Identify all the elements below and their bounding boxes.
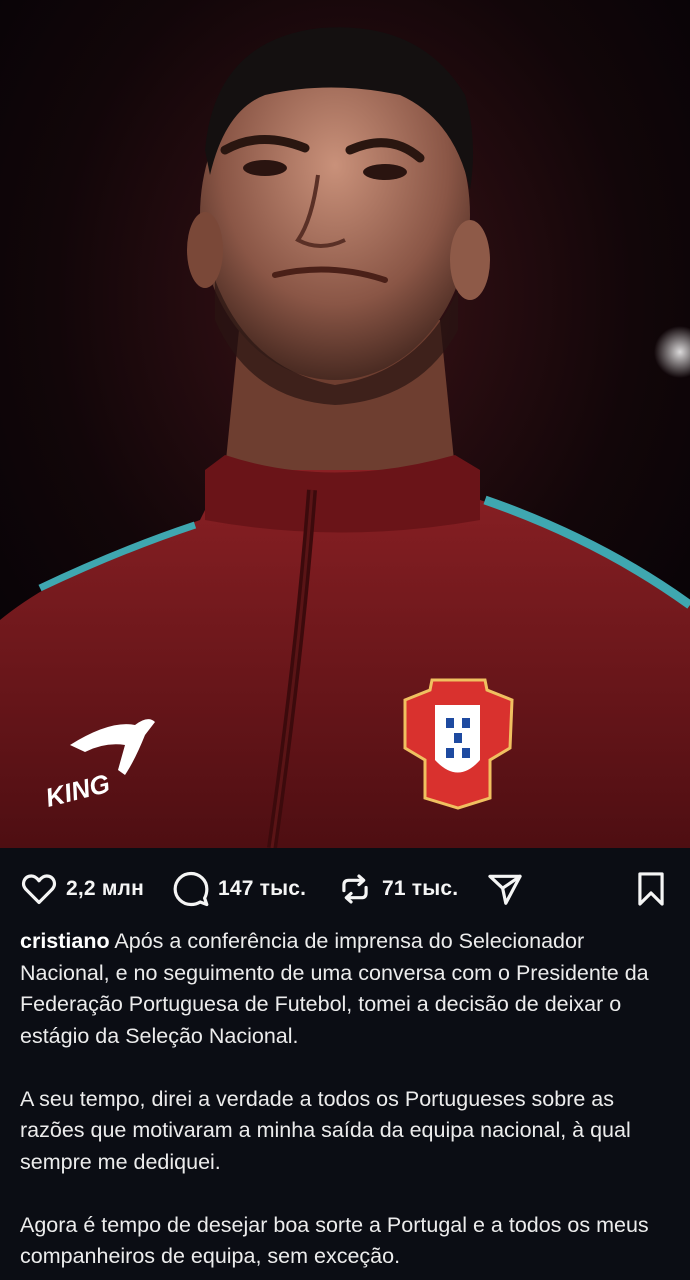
repost-count: 71 тыс. bbox=[382, 877, 459, 900]
like-count: 2,2 млн bbox=[66, 877, 144, 900]
heart-icon[interactable] bbox=[20, 870, 58, 908]
comment-count: 147 тыс. bbox=[218, 877, 307, 900]
post-action-bar: 2,2 млн 147 тыс. 71 тыс. bbox=[0, 848, 690, 930]
share-action[interactable] bbox=[486, 870, 524, 908]
caption-paragraph: cristiano Após a conferência de imprensa… bbox=[20, 926, 670, 1052]
post-photo[interactable]: KING bbox=[0, 0, 690, 848]
like-action[interactable]: 2,2 млн bbox=[20, 870, 144, 908]
caption-text: Após a conferência de imprensa do Seleci… bbox=[20, 929, 649, 1048]
caption-paragraph: Agora é tempo de desejar boa sorte a Por… bbox=[20, 1212, 649, 1269]
comment-action[interactable]: 147 тыс. bbox=[172, 870, 306, 908]
post-photo-illustration: KING bbox=[0, 0, 690, 848]
bookmark-icon[interactable] bbox=[632, 870, 670, 908]
post-screen: KING 2,2 млн 147 тыс. 71 тыс. cristiano … bbox=[0, 0, 690, 1280]
caption-paragraph: A seu tempo, direi a verdade a todos os … bbox=[20, 1086, 631, 1174]
save-action[interactable] bbox=[632, 870, 670, 908]
comment-icon[interactable] bbox=[172, 870, 210, 908]
repost-action[interactable]: 71 тыс. bbox=[336, 870, 458, 908]
caption-username[interactable]: cristiano bbox=[20, 929, 110, 953]
send-icon[interactable] bbox=[486, 870, 524, 908]
repost-icon[interactable] bbox=[336, 870, 374, 908]
post-caption: cristiano Após a conferência de imprensa… bbox=[20, 926, 670, 1280]
